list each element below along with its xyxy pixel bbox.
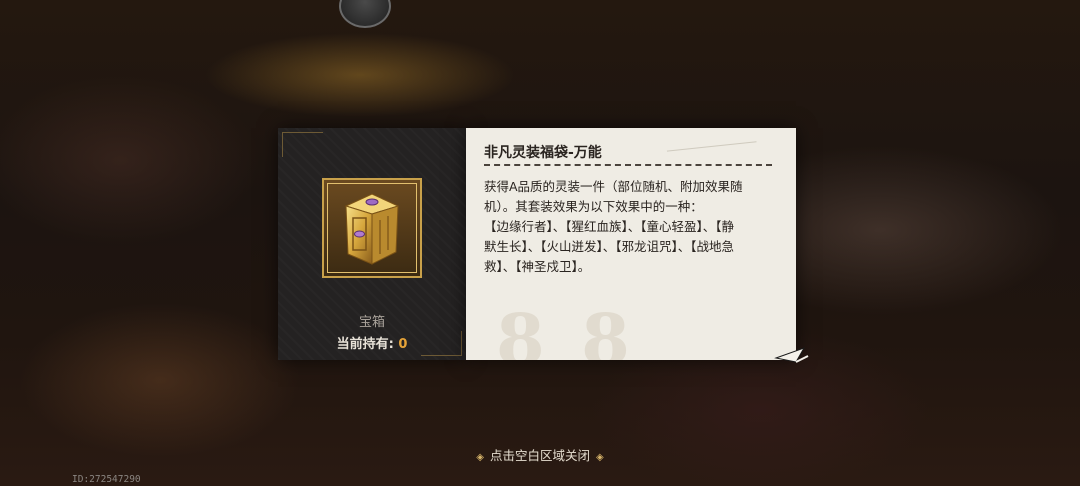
corner-ornament <box>282 132 323 157</box>
item-icon-panel: 宝箱 当前持有: 0 <box>278 128 466 360</box>
item-description: 获得A品质的灵装一件（部位随机、附加效果随 机）。其套装效果为以下效果中的一种：… <box>484 179 743 274</box>
background-overlay[interactable]: 宝箱 当前持有: 0 8 8 非凡灵装福袋-万能 获得A品质的灵装一件（部位随机… <box>0 0 1080 486</box>
title-divider <box>484 164 772 166</box>
round-knob-icon <box>339 0 391 28</box>
diamond-icon: ◈ <box>596 452 604 463</box>
close-hint-text: 点击空白区域关闭 <box>489 448 590 463</box>
item-icon-frame <box>322 178 422 278</box>
golden-cabinet-icon <box>344 193 400 265</box>
owned-count-value: 0 <box>398 337 408 352</box>
close-hint: ◈ 点击空白区域关闭 ◈ <box>0 445 1080 464</box>
item-detail-panel: 8 8 非凡灵装福袋-万能 获得A品质的灵装一件（部位随机、附加效果随 机）。其… <box>466 128 796 360</box>
diamond-icon: ◈ <box>476 452 484 463</box>
paper-arrow-icon <box>774 347 809 363</box>
background-scribble <box>665 128 757 152</box>
item-name: 非凡灵装福袋-万能 <box>484 145 602 161</box>
background-watermark: 8 8 <box>496 298 636 360</box>
owned-count-row: 当前持有: 0 <box>278 333 466 352</box>
item-type-label: 宝箱 <box>358 315 385 330</box>
session-id: ID:272547290 <box>72 474 141 485</box>
owned-label: 当前持有: <box>336 337 394 352</box>
